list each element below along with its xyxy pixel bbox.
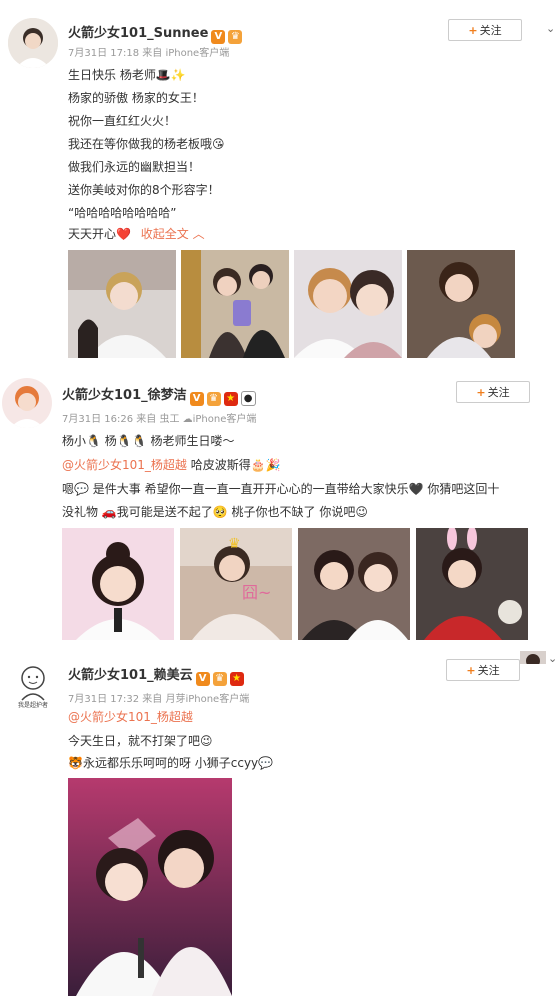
post-laimeiyun: 我是超护者 火箭少女101_赖美云 V ♛ ★ 7月31日 17:32 来自 月芽iP… [0, 650, 560, 1008]
post-image[interactable] [294, 250, 402, 358]
crown-icon: ♛ [228, 30, 243, 44]
svg-text:♛: ♛ [228, 536, 241, 552]
chevron-down-icon[interactable]: ⌄ [546, 22, 555, 35]
user-name[interactable]: 火箭少女101_徐梦洁 V ♛ ★ ● [62, 384, 256, 406]
post-text-line: 嗯💬 是件大事 希望你一直一直一直开开心心的一直带给大家快乐🖤 你猜吧这回十 [62, 482, 500, 496]
post-sunnee: 火箭少女101_Sunnee V ♛ 7月31日 17:18 来自 iPhone客户… [0, 0, 560, 370]
follow-button[interactable]: + 关注 [446, 659, 520, 681]
crown-icon: ♛ [206, 392, 221, 406]
verified-icon: V [195, 672, 210, 686]
post-image[interactable] [68, 250, 176, 358]
post-meta: 7月31日 17:32 来自 月芽iPhone客户端 [68, 694, 250, 705]
post-image[interactable] [62, 528, 174, 640]
verified-icon: V [189, 392, 204, 406]
post-image[interactable] [68, 778, 232, 996]
post-text-line: 杨小🐧 杨🐧🐧 杨老师生日喽～ [62, 434, 235, 448]
avatar[interactable] [2, 378, 52, 428]
post-text-line: 🐯永远都乐乐呵呵的呀 小狮子ccyy💬 [68, 756, 274, 770]
follow-button[interactable]: + 关注 [448, 19, 522, 41]
post-image[interactable] [416, 528, 528, 640]
post-meta: 7月31日 17:18 来自 iPhone客户端 [68, 48, 230, 59]
post-text-line: “哈哈哈哈哈哈哈哈” [68, 206, 177, 220]
post-text-line: 天天开心❤️ 收起全文 ︿ [68, 227, 205, 241]
user-name[interactable]: 火箭少女101_Sunnee V ♛ [68, 22, 243, 44]
plus-icon: + [466, 664, 476, 677]
panda-icon: ● [240, 391, 256, 406]
collapse-full-text-link[interactable]: 收起全文 ︿ [141, 227, 205, 241]
post-text-line: 今天生日，就不打架了吧😉 [68, 734, 213, 748]
avatar[interactable] [8, 18, 58, 68]
verified-icon: V [211, 30, 226, 44]
post-text-line: @火箭少女101_杨超越 哈皮波斯得🎂🎉 [62, 458, 281, 472]
chevron-down-icon[interactable]: ⌄ [548, 652, 557, 665]
post-text-line: 杨家的骄傲 杨家的女王！ [68, 91, 204, 105]
post-meta: 7月31日 16:26 来自 虫工 ☁iPhone客户端 [62, 414, 257, 425]
china-flag-icon: ★ [229, 672, 244, 686]
user-name[interactable]: 火箭少女101_赖美云 V ♛ ★ [68, 664, 244, 686]
post-image[interactable]: ♛ 囧~ [180, 528, 292, 640]
svg-text:囧~: 囧~ [242, 583, 271, 602]
crown-icon: ♛ [212, 672, 227, 686]
post-image[interactable] [298, 528, 410, 640]
post-text-line: 生日快乐 杨老师🎩✨ [68, 68, 186, 82]
post-image[interactable] [407, 250, 515, 358]
post-xumengjie: 火箭少女101_徐梦洁 V ♛ ★ ● 7月31日 16:26 来自 虫工 ☁iPhon… [0, 370, 560, 650]
follow-button[interactable]: + 关注 [456, 381, 530, 403]
post-image[interactable] [181, 250, 289, 358]
avatar[interactable]: 我是超护者 [8, 660, 58, 710]
mention-link[interactable]: @火箭少女101_杨超越 [62, 458, 187, 472]
plus-icon: + [468, 24, 478, 37]
post-text-line: 祝你一直红红火火！ [68, 114, 177, 128]
post-text-line: 送你美岐对你的8个形容字！ [68, 183, 220, 197]
post-text-line: 做我们永远的幽默担当！ [68, 160, 201, 174]
plus-icon: + [476, 386, 486, 399]
post-text-line: @火箭少女101_杨超越 [68, 708, 193, 726]
post-text-line: 没礼物 🚗我可能是送不起了🥺 桃子你也不缺了 你说吧😉 [62, 505, 368, 519]
mention-link[interactable]: @火箭少女101_杨超越 [68, 710, 193, 724]
post-text-line: 我还在等你做我的杨老板哦😘 [68, 137, 225, 151]
china-flag-icon: ★ [223, 392, 238, 406]
mini-avatar[interactable] [520, 650, 546, 664]
avatar-caption: 我是超护者 [17, 702, 48, 709]
